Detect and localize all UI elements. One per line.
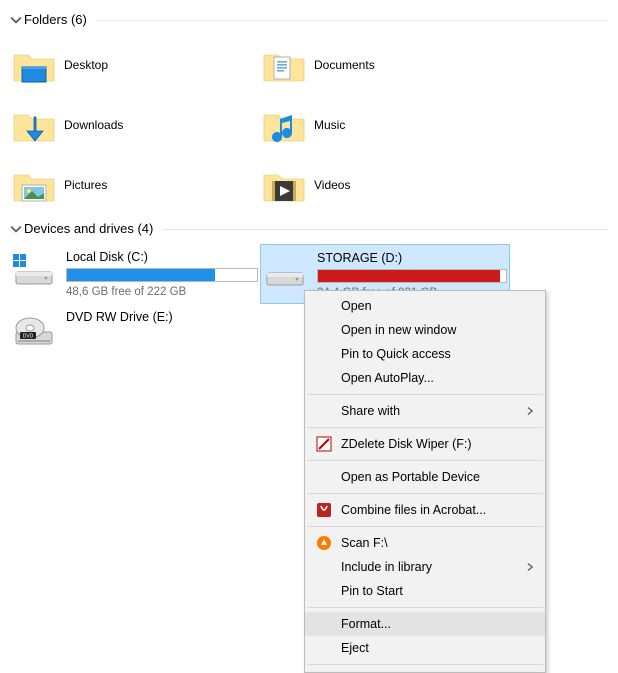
folder-item-videos[interactable]: Videos: [260, 155, 510, 215]
drive-free-space: 48,6 GB free of 222 GB: [66, 286, 258, 298]
blank-icon: [315, 468, 333, 486]
context-menu-item[interactable]: Pin to Start: [305, 579, 545, 603]
desktop-folder-icon: [12, 43, 56, 87]
chevron-right-icon: [525, 406, 535, 416]
drive-item[interactable]: DVD DVD RW Drive (E:): [10, 304, 260, 364]
context-menu-item[interactable]: Open in new window: [305, 318, 545, 342]
chevron-down-icon: [10, 14, 22, 26]
context-menu-item[interactable]: Eject: [305, 636, 545, 660]
context-menu-label: Pin to Start: [341, 584, 535, 598]
context-menu-item[interactable]: Combine files in Acrobat...: [305, 498, 545, 522]
drive-usage-bar: [317, 269, 507, 283]
context-menu-item[interactable]: Include in library: [305, 555, 545, 579]
pictures-folder-icon: [12, 163, 56, 207]
context-menu-label: Combine files in Acrobat...: [341, 503, 535, 517]
blank-icon: [315, 402, 333, 420]
context-menu-item[interactable]: Open as Portable Device: [305, 465, 545, 489]
context-menu-separator: [307, 460, 543, 461]
folder-label: Documents: [314, 58, 375, 72]
svg-text:DVD: DVD: [23, 334, 34, 340]
drive-usage-bar: [66, 268, 258, 282]
blank-icon: [315, 639, 333, 657]
downloads-folder-icon: [12, 103, 56, 147]
blank-icon: [315, 582, 333, 600]
separator: [97, 20, 608, 21]
context-menu-label: Pin to Quick access: [341, 347, 535, 361]
separator: [163, 229, 608, 230]
context-menu-label: Open AutoPlay...: [341, 371, 535, 385]
drive-body: Local Disk (C:) 48,6 GB free of 222 GB: [66, 250, 258, 298]
context-menu: Open Open in new window Pin to Quick acces…: [304, 290, 546, 673]
blank-icon: [315, 615, 333, 633]
context-menu-label: Scan F:\: [341, 536, 535, 550]
context-menu-label: Open: [341, 299, 535, 313]
context-menu-label: ZDelete Disk Wiper (F:): [341, 437, 535, 451]
folders-container: Desktop Documents Downloads Music Pictur…: [10, 35, 608, 215]
blank-icon: [315, 369, 333, 387]
avast-icon: [315, 534, 333, 552]
context-menu-item[interactable]: ZDelete Disk Wiper (F:): [305, 432, 545, 456]
context-menu-item[interactable]: Open AutoPlay...: [305, 366, 545, 390]
folder-item-music[interactable]: Music: [260, 95, 510, 155]
context-menu-separator: [307, 607, 543, 608]
drive-body: DVD RW Drive (E:): [66, 310, 258, 324]
context-menu-separator: [307, 526, 543, 527]
zdelete-icon: [315, 435, 333, 453]
folder-item-documents[interactable]: Documents: [260, 35, 510, 95]
folder-label: Videos: [314, 178, 350, 192]
drive-label: DVD RW Drive (E:): [66, 310, 258, 324]
context-menu-label: Share with: [341, 404, 525, 418]
context-menu-label: Format...: [341, 617, 535, 631]
folders-group-title: Folders (6): [24, 12, 87, 27]
chevron-right-icon: [525, 562, 535, 572]
chevron-down-icon: [10, 223, 22, 235]
folder-label: Music: [314, 118, 345, 132]
folder-item-desktop[interactable]: Desktop: [10, 35, 260, 95]
context-menu-label: Open in new window: [341, 323, 535, 337]
context-menu-label: Eject: [341, 641, 535, 655]
blank-icon: [315, 558, 333, 576]
context-menu-label: Include in library: [341, 560, 525, 574]
videos-folder-icon: [262, 163, 306, 207]
hard-drive-icon: [263, 251, 307, 291]
folder-label: Pictures: [64, 178, 107, 192]
drives-group-title: Devices and drives (4): [24, 221, 153, 236]
context-menu-label: Open as Portable Device: [341, 470, 535, 484]
context-menu-item[interactable]: Open: [305, 294, 545, 318]
drive-label: STORAGE (D:): [317, 251, 507, 265]
context-menu-separator: [307, 664, 543, 665]
folder-item-downloads[interactable]: Downloads: [10, 95, 260, 155]
blank-icon: [315, 345, 333, 363]
context-menu-item[interactable]: Scan F:\: [305, 531, 545, 555]
folder-label: Desktop: [64, 58, 108, 72]
drive-item[interactable]: Local Disk (C:) 48,6 GB free of 222 GB: [10, 244, 260, 304]
blank-icon: [315, 321, 333, 339]
hard-drive-icon: [12, 250, 56, 290]
blank-icon: [315, 297, 333, 315]
dvd-drive-icon: DVD: [12, 310, 56, 350]
context-menu-separator: [307, 427, 543, 428]
context-menu-separator: [307, 394, 543, 395]
acrobat-icon: [315, 501, 333, 519]
context-menu-separator: [307, 493, 543, 494]
folder-item-pictures[interactable]: Pictures: [10, 155, 260, 215]
context-menu-item[interactable]: Format...: [305, 612, 545, 636]
folders-group-header[interactable]: Folders (6): [10, 12, 608, 27]
drives-group-header[interactable]: Devices and drives (4): [10, 221, 608, 236]
documents-folder-icon: [262, 43, 306, 87]
context-menu-item[interactable]: Pin to Quick access: [305, 342, 545, 366]
context-menu-item[interactable]: Share with: [305, 399, 545, 423]
music-folder-icon: [262, 103, 306, 147]
drive-label: Local Disk (C:): [66, 250, 258, 264]
folder-label: Downloads: [64, 118, 123, 132]
